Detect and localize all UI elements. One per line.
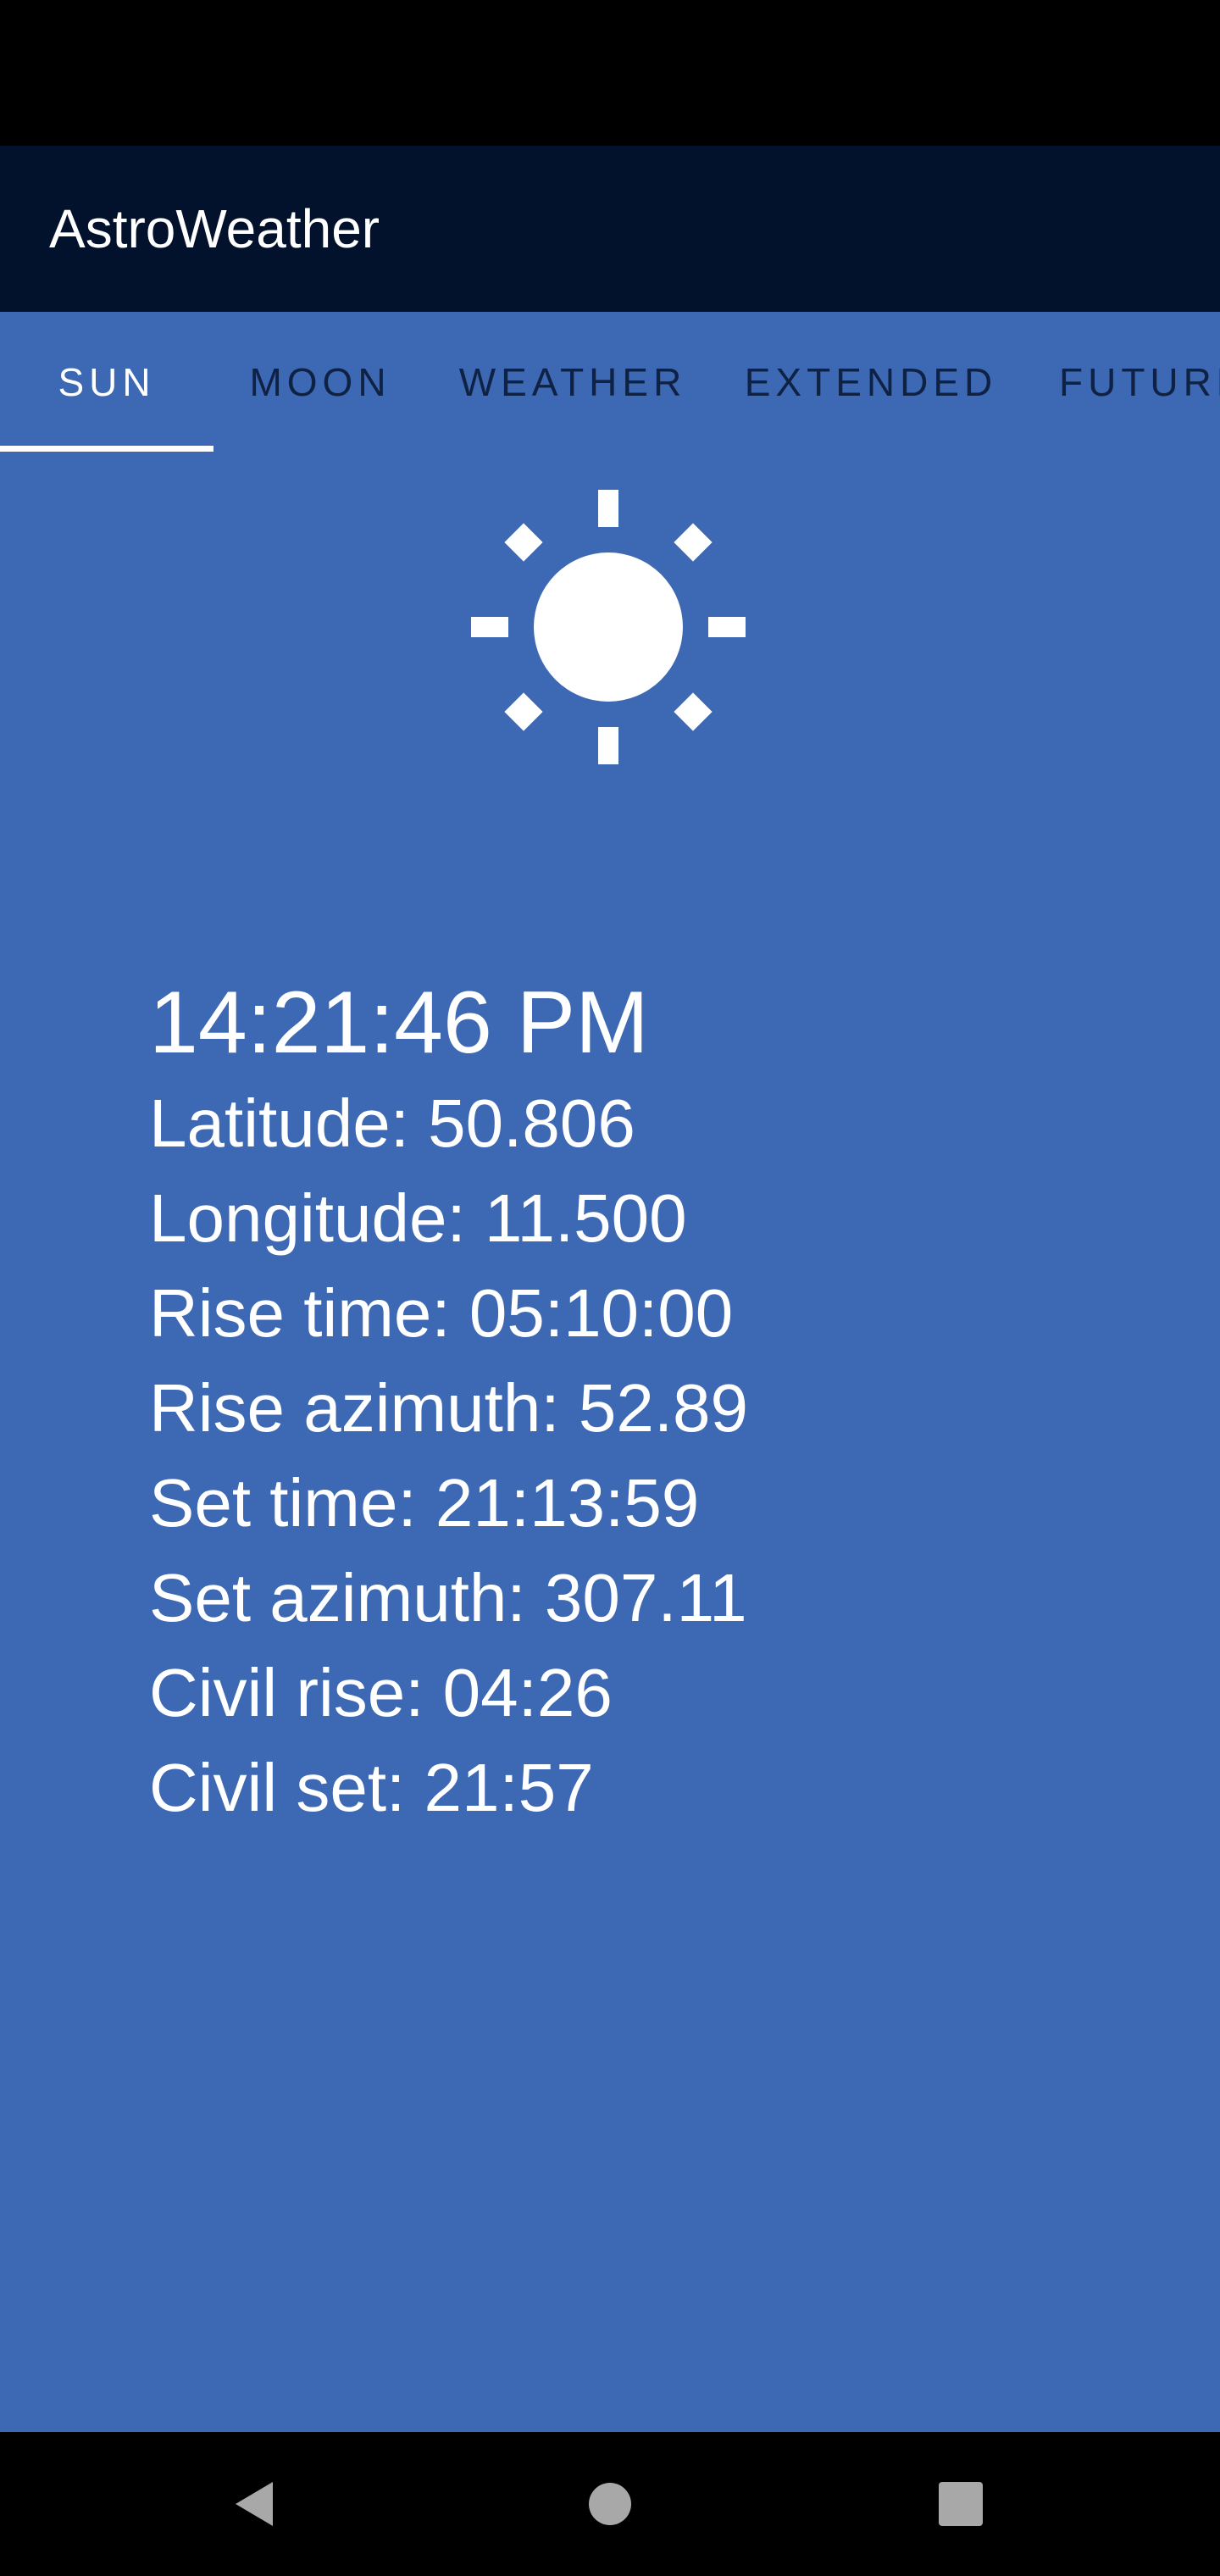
- home-circle-icon: [589, 2483, 631, 2525]
- tab-weather[interactable]: WEATHER: [446, 312, 700, 452]
- longitude-value: Longitude: 11.500: [149, 1180, 687, 1256]
- civil-rise-value: Civil rise: 04:26: [149, 1655, 613, 1730]
- set-azimuth-value: Set azimuth: 307.11: [149, 1560, 747, 1635]
- back-button[interactable]: [186, 2432, 322, 2576]
- tab-extended[interactable]: EXTENDED: [737, 312, 1005, 452]
- civil-set-value: Civil set: 21:57: [149, 1750, 594, 1825]
- recents-square-icon: [939, 2482, 983, 2526]
- app-title: AstroWeather: [49, 198, 380, 259]
- sun-panel: 14:21:46 PM Latitude: 50.806 Longitude: …: [0, 452, 1220, 2432]
- rise-azimuth-value: Rise azimuth: 52.89: [149, 1370, 749, 1446]
- tab-sun[interactable]: SUN: [0, 312, 214, 452]
- active-tab-indicator: [0, 446, 214, 452]
- status-bar: [0, 0, 1220, 146]
- recents-button[interactable]: [893, 2432, 1029, 2576]
- current-time: 14:21:46 PM: [149, 974, 649, 1072]
- tab-strip: SUN MOON WEATHER EXTENDED FUTURE: [0, 312, 1220, 452]
- home-button[interactable]: [542, 2432, 678, 2576]
- app-bar: AstroWeather: [0, 146, 1220, 312]
- tab-moon[interactable]: MOON: [214, 312, 427, 452]
- sun-icon: [471, 490, 746, 764]
- tab-future[interactable]: FUTURE: [1059, 312, 1220, 452]
- back-triangle-icon: [236, 2482, 273, 2526]
- navigation-bar: [0, 2432, 1220, 2576]
- sun-info: 14:21:46 PM Latitude: 50.806 Longitude: …: [149, 969, 748, 1835]
- rise-time-value: Rise time: 05:10:00: [149, 1275, 734, 1351]
- set-time-value: Set time: 21:13:59: [149, 1465, 700, 1541]
- latitude-value: Latitude: 50.806: [149, 1085, 635, 1161]
